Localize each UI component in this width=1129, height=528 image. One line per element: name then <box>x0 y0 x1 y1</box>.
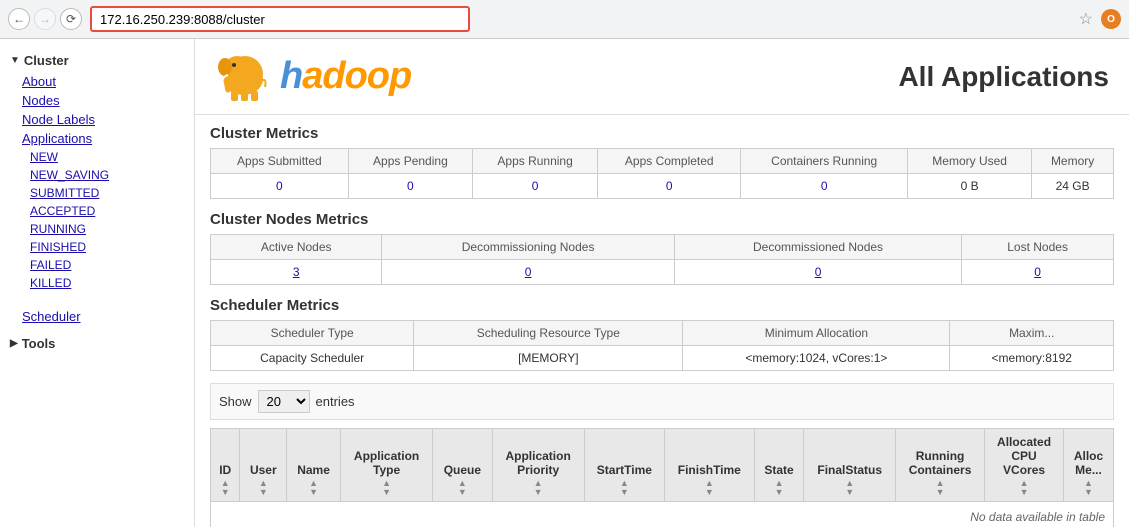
nav-buttons: ← → ⟳ <box>8 8 82 30</box>
cluster-label: Cluster <box>24 53 69 68</box>
cluster-section-header[interactable]: ▼ Cluster <box>0 49 194 72</box>
tools-section-header[interactable]: ▶ Tools <box>0 332 194 355</box>
content-area: hadoop All Applications Cluster Metrics … <box>195 39 1129 527</box>
col-containers-running: Containers Running <box>741 149 908 174</box>
sidebar-item-applications[interactable]: Applications <box>0 129 194 148</box>
val-apps-submitted: 0 <box>211 174 349 199</box>
app-col-alloc-mem: AllocMe...▲▼ <box>1064 429 1114 502</box>
col-memory: Memory <box>1032 149 1114 174</box>
sidebar-item-nodes[interactable]: Nodes <box>0 91 194 110</box>
val-apps-pending: 0 <box>348 174 472 199</box>
address-bar[interactable] <box>90 6 470 32</box>
val-containers-running: 0 <box>741 174 908 199</box>
applications-table: ID▲▼ User▲▼ Name▲▼ ApplicationType▲▼ Que… <box>210 428 1114 527</box>
app-col-application-type: ApplicationType▲▼ <box>340 429 432 502</box>
tools-arrow-icon: ▶ <box>10 338 18 349</box>
val-active-nodes[interactable]: 3 <box>211 260 382 285</box>
col-apps-pending: Apps Pending <box>348 149 472 174</box>
app-col-state: State▲▼ <box>754 429 804 502</box>
col-maximum-allocation: Maxim... <box>950 321 1114 346</box>
sidebar-sublink-new-saving[interactable]: NEW_SAVING <box>0 166 194 184</box>
val-decommissioned-nodes[interactable]: 0 <box>674 260 961 285</box>
app-col-finishtime: FinishTime▲▼ <box>664 429 754 502</box>
back-button[interactable]: ← <box>8 8 30 30</box>
show-entries-bar: Show 10 20 25 50 100 entries <box>210 383 1114 420</box>
browser-chrome: ← → ⟳ ☆ O <box>0 0 1129 39</box>
page-header: hadoop All Applications <box>195 39 1129 115</box>
app-col-running-containers: RunningContainers▲▼ <box>895 429 984 502</box>
sidebar-sublink-killed[interactable]: KILLED <box>0 274 194 292</box>
cluster-section: ▼ Cluster About Nodes Node Labels Applic… <box>0 49 194 326</box>
col-active-nodes: Active Nodes <box>211 235 382 260</box>
cluster-metrics-title: Cluster Metrics <box>210 125 1114 142</box>
scheduler-metrics-table: Scheduler Type Scheduling Resource Type … <box>210 320 1114 371</box>
app-col-user: User▲▼ <box>240 429 287 502</box>
sidebar-sublink-running[interactable]: RUNNING <box>0 220 194 238</box>
col-scheduler-type: Scheduler Type <box>211 321 414 346</box>
sidebar-item-scheduler[interactable]: Scheduler <box>0 307 194 326</box>
sidebar-sublink-accepted[interactable]: ACCEPTED <box>0 202 194 220</box>
show-label: Show <box>219 394 252 409</box>
no-data-message: No data available in table <box>211 502 1114 528</box>
app-col-queue: Queue▲▼ <box>433 429 492 502</box>
cluster-nodes-table: Active Nodes Decommissioning Nodes Decom… <box>210 234 1114 285</box>
sidebar-sublink-finished[interactable]: FINISHED <box>0 238 194 256</box>
sidebar-sublink-failed[interactable]: FAILED <box>0 256 194 274</box>
tools-section: ▶ Tools <box>0 332 194 355</box>
val-apps-running: 0 <box>473 174 598 199</box>
entries-select[interactable]: 10 20 25 50 100 <box>258 390 310 413</box>
val-memory: 24 GB <box>1032 174 1114 199</box>
val-memory-used: 0 B <box>908 174 1032 199</box>
app-col-finalstatus: FinalStatus▲▼ <box>804 429 895 502</box>
col-decommissioning-nodes: Decommissioning Nodes <box>382 235 675 260</box>
col-minimum-allocation: Minimum Allocation <box>683 321 950 346</box>
sidebar-item-about[interactable]: About <box>0 72 194 91</box>
val-maximum-allocation: <memory:8192 <box>950 346 1114 371</box>
col-memory-used: Memory Used <box>908 149 1032 174</box>
scheduler-metrics-title: Scheduler Metrics <box>210 297 1114 314</box>
cluster-arrow-icon: ▼ <box>10 55 20 66</box>
val-apps-completed: 0 <box>598 174 741 199</box>
val-scheduling-resource-type: [MEMORY] <box>414 346 683 371</box>
val-minimum-allocation: <memory:1024, vCores:1> <box>683 346 950 371</box>
col-decommissioned-nodes: Decommissioned Nodes <box>674 235 961 260</box>
extension-icon[interactable]: O <box>1101 9 1121 29</box>
hadoop-logo: hadoop <box>215 49 411 104</box>
sidebar-sublink-new[interactable]: NEW <box>0 148 194 166</box>
val-decommissioning-nodes[interactable]: 0 <box>382 260 675 285</box>
app-col-application-priority: ApplicationPriority▲▼ <box>492 429 584 502</box>
col-apps-running: Apps Running <box>473 149 598 174</box>
sidebar: ▼ Cluster About Nodes Node Labels Applic… <box>0 39 195 527</box>
app-col-allocated-cpu: AllocatedCPUVCores▲▼ <box>985 429 1064 502</box>
app-col-id: ID▲▼ <box>211 429 240 502</box>
col-apps-completed: Apps Completed <box>598 149 741 174</box>
page-wrapper: ▼ Cluster About Nodes Node Labels Applic… <box>0 39 1129 527</box>
app-col-starttime: StartTime▲▼ <box>584 429 664 502</box>
cluster-nodes-title: Cluster Nodes Metrics <box>210 211 1114 228</box>
val-lost-nodes[interactable]: 0 <box>962 260 1114 285</box>
col-lost-nodes: Lost Nodes <box>962 235 1114 260</box>
bookmark-icon[interactable]: ☆ <box>1079 9 1093 29</box>
col-apps-submitted: Apps Submitted <box>211 149 349 174</box>
no-data-row: No data available in table <box>211 502 1114 528</box>
entries-label: entries <box>316 394 355 409</box>
app-col-name: Name▲▼ <box>287 429 341 502</box>
forward-button[interactable]: → <box>34 8 56 30</box>
hadoop-logo-text: hadoop <box>280 55 411 98</box>
tools-label: Tools <box>22 336 56 351</box>
val-scheduler-type: Capacity Scheduler <box>211 346 414 371</box>
elephant-icon <box>215 49 275 104</box>
cluster-metrics-table: Apps Submitted Apps Pending Apps Running… <box>210 148 1114 199</box>
main-content: Cluster Metrics Apps Submitted Apps Pend… <box>195 115 1129 527</box>
reload-button[interactable]: ⟳ <box>60 8 82 30</box>
col-scheduling-resource-type: Scheduling Resource Type <box>414 321 683 346</box>
page-title: All Applications <box>898 61 1109 93</box>
sidebar-sublink-submitted[interactable]: SUBMITTED <box>0 184 194 202</box>
sidebar-item-node-labels[interactable]: Node Labels <box>0 110 194 129</box>
